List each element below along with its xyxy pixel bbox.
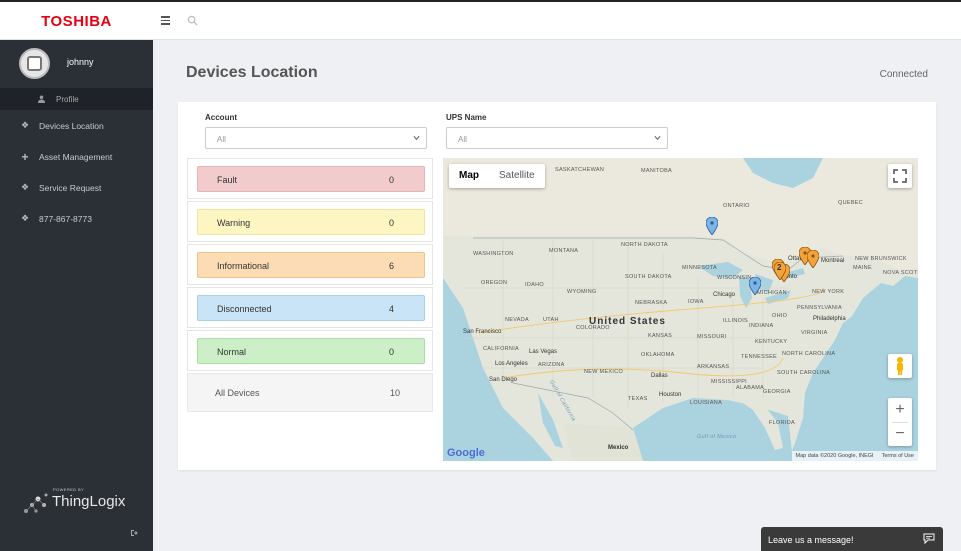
sidebar-item-label: Asset Management bbox=[39, 151, 113, 162]
status-count: 6 bbox=[388, 261, 394, 271]
status-fault[interactable]: Fault 0 bbox=[197, 166, 425, 192]
map-country-label: United States bbox=[589, 316, 666, 327]
brand-logo[interactable]: TOSHIBA bbox=[0, 2, 153, 40]
map-data-attribution: Map data ©2020 Google, INEGI bbox=[795, 453, 874, 459]
ups-name-label: UPS Name bbox=[446, 113, 487, 122]
status-box-disconnected: Disconnected 4 bbox=[187, 287, 433, 328]
status-normal[interactable]: Normal 0 bbox=[197, 338, 425, 364]
username: johnny bbox=[67, 57, 94, 67]
map-type-satellite-button[interactable]: Satellite bbox=[489, 164, 545, 188]
map-cluster-count: 2 bbox=[777, 263, 782, 272]
all-devices[interactable]: All Devices 10 bbox=[187, 373, 433, 412]
sidebar-item-asset-management[interactable]: + Asset Management bbox=[0, 141, 153, 172]
all-devices-count: 10 bbox=[389, 388, 400, 398]
account-label: Account bbox=[205, 113, 237, 122]
sidebar-item-profile[interactable]: Profile bbox=[0, 88, 153, 110]
zoom-controls: + − bbox=[888, 398, 912, 446]
status-warning[interactable]: Warning 0 bbox=[197, 209, 425, 235]
logout-icon[interactable] bbox=[130, 529, 138, 537]
map-marker-disconnected[interactable] bbox=[749, 277, 761, 295]
map-type-map-button[interactable]: Map bbox=[449, 164, 489, 188]
status-label: Warning bbox=[217, 218, 251, 228]
chevron-down-icon bbox=[654, 135, 661, 141]
ups-name-select[interactable]: All bbox=[446, 127, 668, 149]
status-label: Informational bbox=[217, 261, 270, 271]
status-label: Fault bbox=[217, 175, 238, 185]
zoom-in-button[interactable]: + bbox=[888, 398, 912, 422]
status-panel: Fault 0 Warning 0 Informational 6 Discon… bbox=[187, 158, 433, 412]
map-marker-disconnected[interactable] bbox=[706, 217, 718, 235]
street-view-button[interactable] bbox=[888, 354, 912, 378]
sidebar-item-label: Profile bbox=[56, 94, 79, 104]
zoom-out-button[interactable]: − bbox=[888, 422, 912, 446]
map-label-mexico: Mexico bbox=[608, 445, 629, 451]
thinglogix-name: ThingLogix bbox=[52, 493, 126, 510]
map-marker-informational[interactable] bbox=[807, 250, 819, 268]
status-count: 4 bbox=[388, 304, 394, 314]
user-icon bbox=[38, 95, 45, 103]
status-count: 0 bbox=[388, 347, 394, 357]
pegman-icon bbox=[897, 357, 903, 375]
powered-by-logo: POWERED BY ThingLogix bbox=[22, 487, 137, 519]
status-count: 0 bbox=[388, 218, 394, 228]
fullscreen-icon bbox=[893, 169, 907, 183]
account-select[interactable]: All bbox=[205, 127, 427, 149]
sidebar-item-phone[interactable]: ❖ 877-867-8773 bbox=[0, 203, 153, 234]
google-logo-text: Google bbox=[447, 447, 485, 459]
plus-icon: + bbox=[21, 149, 29, 164]
chat-label: Leave us a message! bbox=[768, 535, 854, 545]
search-icon[interactable] bbox=[187, 15, 198, 26]
sidebar-item-label: Devices Location bbox=[39, 120, 104, 131]
google-logo[interactable]: Google bbox=[447, 447, 485, 459]
map-type-toggle: Map Satellite bbox=[449, 164, 545, 188]
status-box-normal: Normal 0 bbox=[187, 330, 433, 371]
thinglogix-dots-icon bbox=[24, 493, 48, 513]
account-select-value: All bbox=[217, 135, 226, 144]
connection-status: Connected bbox=[879, 69, 928, 80]
status-label: Normal bbox=[217, 347, 247, 357]
powered-by-text: POWERED BY bbox=[53, 487, 85, 492]
status-count: 0 bbox=[388, 175, 394, 185]
status-informational[interactable]: Informational 6 bbox=[197, 252, 425, 278]
avatar[interactable] bbox=[19, 48, 50, 79]
status-label: Disconnected bbox=[217, 304, 272, 314]
tag-icon: ❖ bbox=[20, 182, 30, 192]
sidebar-item-label: 877-867-8773 bbox=[39, 213, 92, 224]
status-box-fault: Fault 0 bbox=[187, 158, 433, 199]
status-box-informational: Informational 6 bbox=[187, 244, 433, 285]
user-block: johnny bbox=[0, 40, 153, 88]
tag-icon: ❖ bbox=[20, 120, 30, 130]
sidebar-item-label: Service Request bbox=[39, 182, 102, 193]
page-title: Devices Location bbox=[186, 64, 318, 81]
device-map[interactable]: SASKATCHEWAN MANITOBA ONTARIO QUEBEC NOR… bbox=[443, 158, 918, 461]
sidebar-item-service-request[interactable]: ❖ Service Request bbox=[0, 172, 153, 203]
all-devices-label: All Devices bbox=[215, 388, 260, 398]
status-box-warning: Warning 0 bbox=[187, 201, 433, 242]
status-disconnected[interactable]: Disconnected 4 bbox=[197, 295, 425, 321]
menu-toggle-icon[interactable] bbox=[161, 16, 170, 25]
chat-bubble-icon bbox=[923, 533, 935, 544]
top-bar: TOSHIBA bbox=[0, 0, 961, 40]
chevron-down-icon bbox=[413, 135, 420, 141]
map-attribution: Map data ©2020 Google, INEGI Terms of Us… bbox=[791, 451, 918, 461]
map-marker-cluster[interactable]: 2 bbox=[773, 261, 787, 281]
terms-of-use-link[interactable]: Terms of Use bbox=[882, 453, 914, 459]
brand-name: TOSHIBA bbox=[41, 12, 112, 30]
ups-name-select-value: All bbox=[458, 135, 467, 144]
chat-widget[interactable]: Leave us a message! bbox=[761, 527, 943, 551]
fullscreen-button[interactable] bbox=[888, 164, 912, 188]
tag-icon: ❖ bbox=[20, 213, 30, 223]
sidebar-item-devices-location[interactable]: ❖ Devices Location bbox=[0, 110, 153, 141]
sidebar: johnny Profile ❖ Devices Location + Asse… bbox=[0, 40, 153, 551]
